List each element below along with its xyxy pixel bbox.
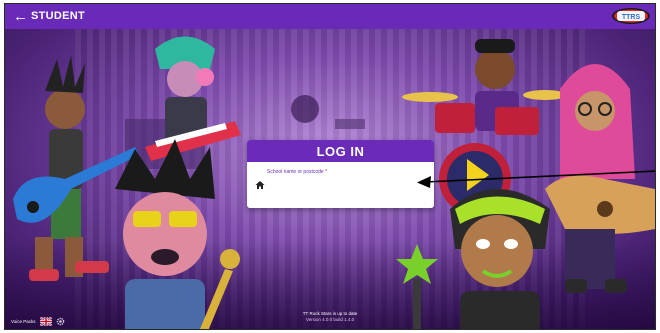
back-label: STUDENT: [31, 10, 86, 22]
voice-packs-control[interactable]: Voice Packs: [11, 317, 65, 326]
update-notice: TT Rock Stars is up to date Version 4.0.…: [303, 311, 357, 323]
gear-icon[interactable]: [56, 317, 65, 326]
top-bar: ← STUDENT TTRS: [5, 4, 655, 29]
home-icon: [255, 181, 265, 189]
school-field-label: School name or postcode *: [267, 169, 328, 175]
voice-packs-label: Voice Packs: [11, 319, 36, 324]
keytar-player-figure: [145, 36, 241, 161]
login-card: LOG IN School name or postcode *: [247, 140, 434, 208]
svg-text:TTRS: TTRS: [622, 14, 641, 21]
singer-front-left-figure: [115, 139, 240, 329]
guitarist-right-figure: [545, 64, 655, 293]
stage-background: LOG IN School name or postcode * Voice P…: [5, 29, 655, 329]
guitarist-left-figure: [13, 55, 139, 281]
back-button[interactable]: ← STUDENT: [13, 9, 85, 24]
app-window: ← STUDENT TTRS LOG IN School name or pos…: [4, 3, 656, 330]
version-text: Version 4.0.0 build 1.4.0: [305, 317, 355, 322]
login-title: LOG IN: [247, 140, 434, 162]
tt-rock-stars-logo: TTRS: [612, 8, 650, 24]
uk-flag-icon[interactable]: [39, 317, 52, 326]
guitarist-front-right-figure: [396, 189, 550, 329]
school-field-row: [255, 178, 426, 192]
school-search-input[interactable]: [269, 179, 419, 191]
back-arrow-icon: ←: [13, 8, 28, 25]
